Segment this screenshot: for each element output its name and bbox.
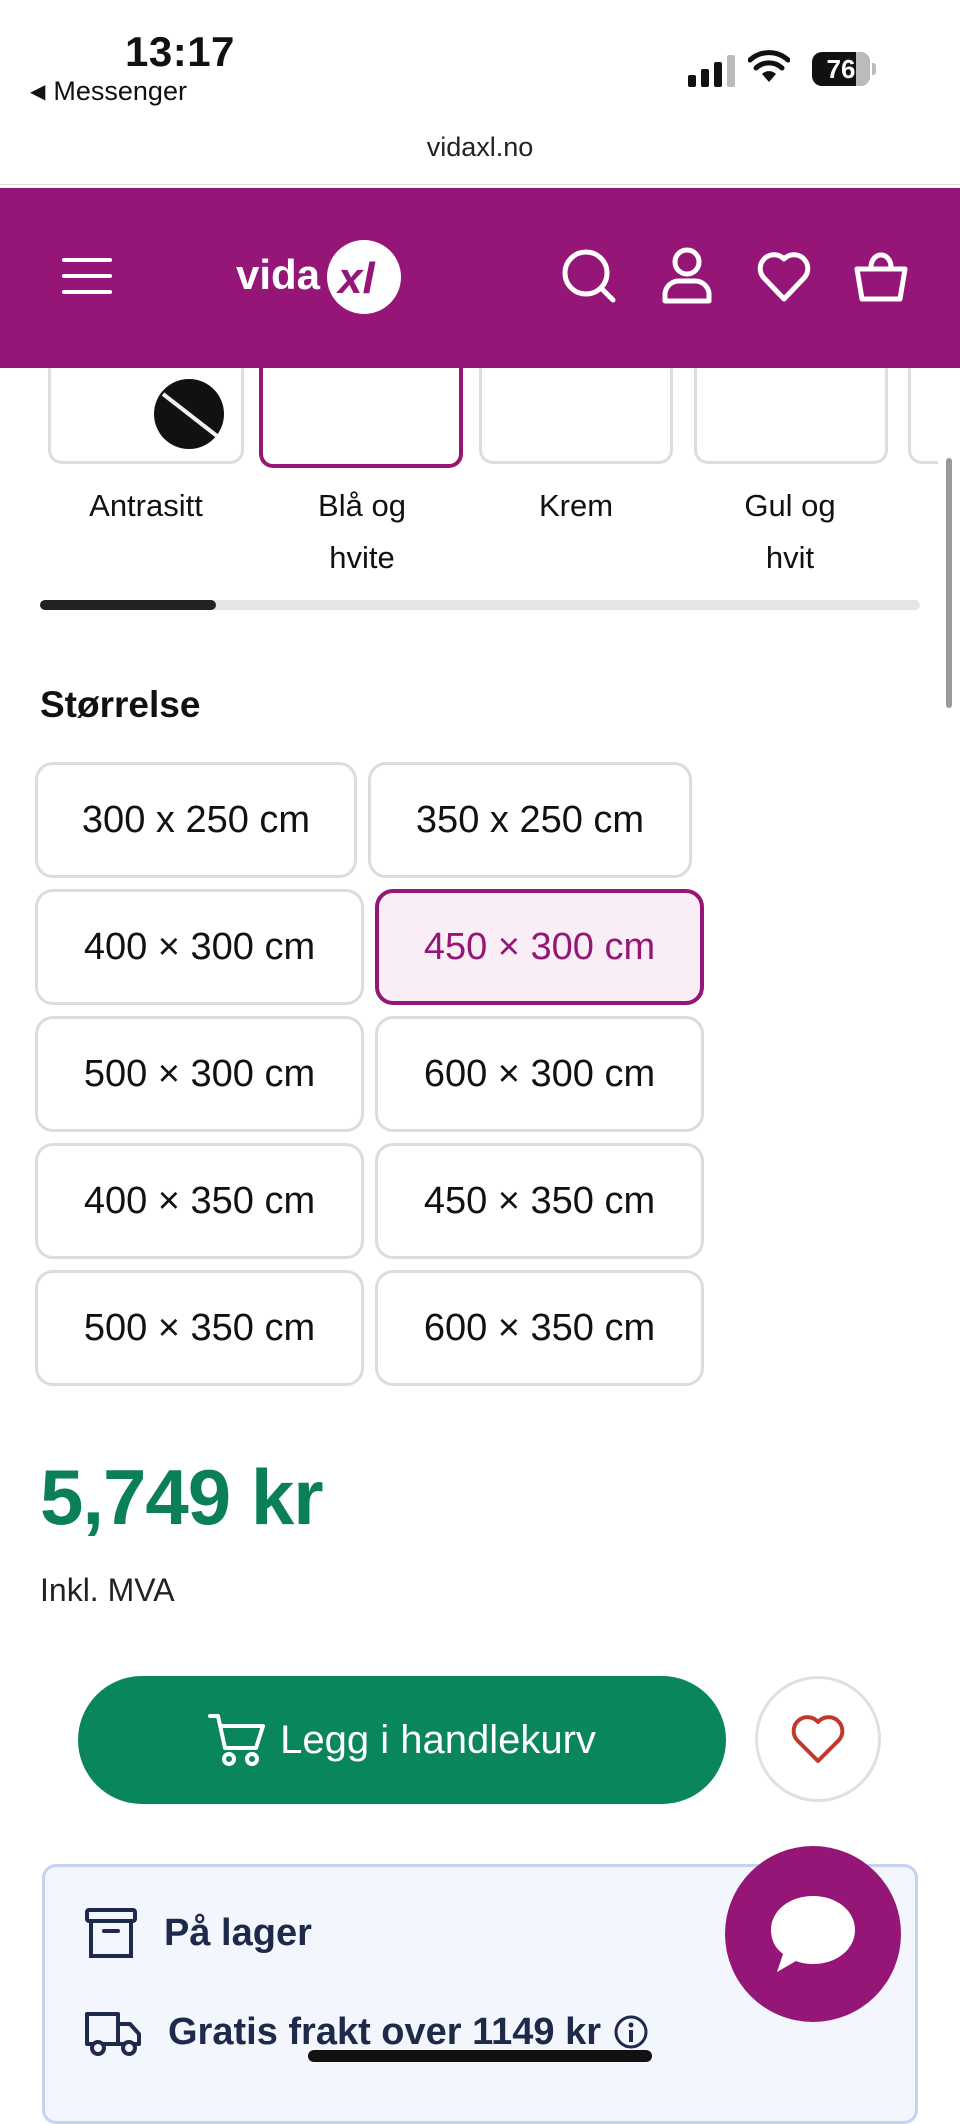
cellular-signal-icon [688,55,735,87]
color-carousel-scroll-thumb[interactable] [40,600,216,610]
site-header [0,188,960,368]
size-option[interactable]: 600 × 350 cm [375,1270,704,1386]
size-option[interactable]: 400 × 350 cm [35,1143,364,1259]
wifi-icon [748,50,790,82]
color-label-line: Gul og [744,488,836,523]
account-icon[interactable] [659,245,715,305]
size-option[interactable]: 600 × 300 cm [375,1016,704,1132]
color-swatch-bla-og-hvite[interactable] [259,368,463,468]
page-scrollbar[interactable] [946,458,952,708]
size-option[interactable]: 350 x 250 cm [368,762,692,878]
browser-url[interactable]: vidaxl.no [0,132,960,163]
home-indicator[interactable] [308,2050,652,2062]
stock-status: På lager [164,1911,312,1954]
size-option[interactable]: 500 × 350 cm [35,1270,364,1386]
product-price: 5,749 kr [40,1453,324,1541]
vidaxl-logo[interactable]: vida xl [236,237,406,317]
size-section-title: Størrelse [40,684,201,725]
delivery-truck-icon [85,2012,141,2056]
color-label-line: hvit [765,540,815,575]
back-app-label: Messenger [53,76,187,106]
color-label-krem: Krem [538,488,614,523]
svg-text:xl: xl [336,254,375,303]
color-label-line: hvite [329,540,395,575]
chat-support-button[interactable] [725,1846,901,2022]
color-swatch-krem[interactable] [479,368,673,464]
chat-bubble-icon [771,1896,855,1972]
stock-box-icon [85,1908,137,1958]
back-triangle-icon: ◀ [30,81,46,103]
info-icon[interactable] [613,2014,649,2050]
color-label-gul-og-hvit: Gul og hvit [690,480,890,584]
cart-icon [208,1714,266,1766]
search-icon[interactable] [560,245,616,305]
color-swatch-antrasitt[interactable] [48,368,244,464]
color-swatch-gul-og-hvit[interactable] [694,368,888,464]
svg-text:vida: vida [236,251,321,298]
color-label-line: Blå og [318,488,406,523]
status-time: 13:17 [125,28,235,75]
heart-icon [791,1715,845,1763]
color-label-bla-og-hvite: Blå og hvite [260,480,464,584]
add-to-wishlist-button[interactable] [755,1676,881,1802]
back-to-app-link[interactable]: ◀ Messenger [30,76,187,107]
color-swatch-partial[interactable] [908,368,938,464]
free-shipping-text: Gratis frakt over 1149 kr [168,2010,602,2053]
size-option[interactable]: 400 × 300 cm [35,889,364,1005]
hamburger-menu-icon[interactable] [62,258,112,294]
shopping-basket-icon[interactable] [853,245,909,305]
battery-icon: 76 [812,52,876,86]
add-to-cart-button[interactable]: Legg i handlekurv [78,1676,726,1804]
size-option[interactable]: 300 x 250 cm [35,762,357,878]
size-option[interactable]: 450 × 350 cm [375,1143,704,1259]
battery-level: 76 [826,54,856,84]
stock-row: På lager [84,1906,312,1960]
color-label-antrasitt: Antrasitt [89,488,203,523]
url-divider [0,184,960,185]
antrasitt-swatch-image [154,379,224,449]
vat-note: Inkl. MVA [40,1572,175,1608]
wishlist-heart-icon[interactable] [756,245,812,305]
add-to-cart-label: Legg i handlekurv [280,1717,596,1762]
size-option[interactable]: 500 × 300 cm [35,1016,364,1132]
status-bar: 13:17 ◀ Messenger 76 [0,0,960,130]
size-option-selected[interactable]: 450 × 300 cm [375,889,704,1005]
